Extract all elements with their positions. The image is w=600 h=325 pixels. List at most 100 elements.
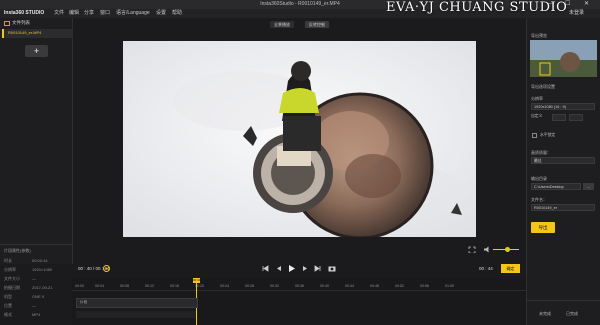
- divider: [526, 300, 600, 301]
- horizon-lock-label: 水平锁定: [540, 133, 556, 137]
- folder-icon: [4, 21, 10, 26]
- browse-button[interactable]: …: [583, 183, 594, 190]
- horizon-lock-checkbox[interactable]: [532, 133, 537, 138]
- thumbnail-image: [530, 40, 597, 77]
- output-path-input[interactable]: C:\Users\Desktop: [531, 183, 581, 190]
- param-value: —: [32, 303, 36, 308]
- clip-track[interactable]: 片段: [76, 298, 198, 308]
- view-mode-button[interactable]: 全景播放: [270, 21, 294, 28]
- param-key: 机型: [4, 294, 12, 299]
- playback-bar: [73, 264, 526, 278]
- filename-input[interactable]: R0010149_er: [531, 204, 595, 211]
- timeline-tick: 00:48: [370, 284, 379, 288]
- file-list-header: 文件列表: [0, 18, 72, 28]
- export-preview-thumbnail: [530, 40, 597, 77]
- params-title: 片段属性(参数): [4, 248, 31, 253]
- timeline-tick: 00:32: [270, 284, 279, 288]
- export-button[interactable]: 导出: [531, 222, 555, 233]
- timeline-tick: 00:40: [320, 284, 329, 288]
- file-list-item[interactable]: R0010149_er.MP4: [2, 29, 73, 38]
- play-icon[interactable]: [287, 264, 296, 273]
- flip-control-button[interactable]: 反转控制: [305, 21, 329, 28]
- param-key: 拍摄日期: [4, 285, 20, 290]
- menu-help[interactable]: 帮助: [172, 9, 182, 18]
- param-key: 分辨率: [4, 267, 16, 272]
- end-time: 00 : 44: [479, 266, 493, 271]
- volume-slider-knob[interactable]: [505, 247, 510, 252]
- timeline-tick: 00:04: [95, 284, 104, 288]
- menu-window[interactable]: 窗口: [100, 9, 110, 18]
- confirm-button[interactable]: 确定: [501, 264, 520, 273]
- menu-settings[interactable]: 设置: [156, 9, 166, 18]
- quality-value: 最佳: [534, 159, 542, 163]
- menu-file[interactable]: 文件: [54, 9, 64, 18]
- filename-value: R0010149_er: [534, 206, 558, 210]
- menu-language[interactable]: 语言/Language: [116, 9, 150, 18]
- quality-label: 画质质量：: [531, 150, 551, 155]
- timeline-tick: 00:12: [145, 284, 154, 288]
- clip-track-label: 片段: [80, 300, 88, 304]
- app-brand: Insta360 STUDIO: [4, 10, 45, 16]
- file-list-title: 文件列表: [12, 20, 30, 25]
- quality-select[interactable]: 最佳: [531, 157, 595, 164]
- param-value: 2017-09-21: [32, 285, 53, 290]
- tab-complete[interactable]: 已完成: [566, 311, 578, 317]
- param-key: 位置: [4, 303, 12, 308]
- param-value: MP4: [32, 312, 41, 317]
- fullscreen-icon[interactable]: [468, 246, 476, 253]
- playhead-marker[interactable]: 00:40: [193, 278, 201, 283]
- menu-share[interactable]: 分享: [84, 9, 94, 18]
- param-value: —: [32, 276, 36, 281]
- tiny-planet-image: [123, 41, 476, 237]
- divider: [0, 244, 72, 245]
- resolution-select[interactable]: 1920x1080 (16 : 9): [531, 103, 595, 110]
- timeline-tick: 01:00: [445, 284, 454, 288]
- param-key: 格式: [4, 312, 12, 317]
- height-input[interactable]: [569, 114, 583, 121]
- skip-forward-icon[interactable]: [314, 265, 321, 272]
- tab-incomplete[interactable]: 未完成: [539, 311, 551, 317]
- login-status[interactable]: 未登录: [569, 9, 584, 18]
- timeline-tick: 00:08: [120, 284, 129, 288]
- watermark-text: EVA‧YJ CHUANG STUDIO: [386, 0, 568, 15]
- playhead-label: 00:40: [193, 278, 201, 282]
- timeline-tick: 00:52: [395, 284, 404, 288]
- step-back-icon[interactable]: [275, 265, 282, 272]
- param-value: 1920×1080: [32, 267, 53, 272]
- timeline-tick: 00:28: [245, 284, 254, 288]
- add-file-button[interactable]: +: [25, 45, 48, 57]
- output-path-value: C:\Users\Desktop: [534, 185, 564, 189]
- resolution-label: 分辨率: [531, 96, 543, 101]
- video-preview[interactable]: [123, 41, 476, 237]
- volume-icon[interactable]: [483, 246, 491, 253]
- view-mode-label: 全景播放: [274, 22, 290, 27]
- skip-back-icon[interactable]: [262, 265, 269, 272]
- output-path-label: 输出目录: [531, 176, 547, 181]
- export-preview-label: 导出预览: [531, 33, 547, 38]
- resolution-value: 1920x1080 (16 : 9): [534, 105, 566, 109]
- timeline-tick: 00:24: [220, 284, 229, 288]
- camera-snapshot-icon[interactable]: [328, 265, 336, 272]
- confirm-label: 确定: [506, 266, 515, 271]
- close-button[interactable]: ✕: [584, 0, 589, 9]
- timeline-ruler-line: [72, 290, 526, 291]
- param-value: 00:00:44: [32, 258, 48, 263]
- param-value: ONE X: [32, 294, 45, 299]
- menu-edit[interactable]: 编辑: [69, 9, 79, 18]
- timeline-tick: 00:44: [345, 284, 354, 288]
- audio-track[interactable]: [76, 311, 196, 318]
- export-settings-label: 导出选项设置: [531, 84, 555, 89]
- file-name: R0010149_er.MP4: [8, 30, 42, 35]
- keyframe-icon[interactable]: [102, 264, 111, 273]
- timeline-tick: 00:00: [75, 284, 84, 288]
- step-forward-icon[interactable]: [302, 265, 309, 272]
- flip-control-label: 反转控制: [309, 22, 325, 27]
- timeline-tick: 00:36: [295, 284, 304, 288]
- param-key: 时长: [4, 258, 12, 263]
- timeline-tick: 00:56: [420, 284, 429, 288]
- custom-size-label: 自定义: [531, 114, 543, 118]
- param-key: 文件大小: [4, 276, 20, 281]
- filename-label: 文件名：: [531, 197, 547, 202]
- timeline-tick: 00:16: [170, 284, 179, 288]
- width-input[interactable]: [552, 114, 566, 121]
